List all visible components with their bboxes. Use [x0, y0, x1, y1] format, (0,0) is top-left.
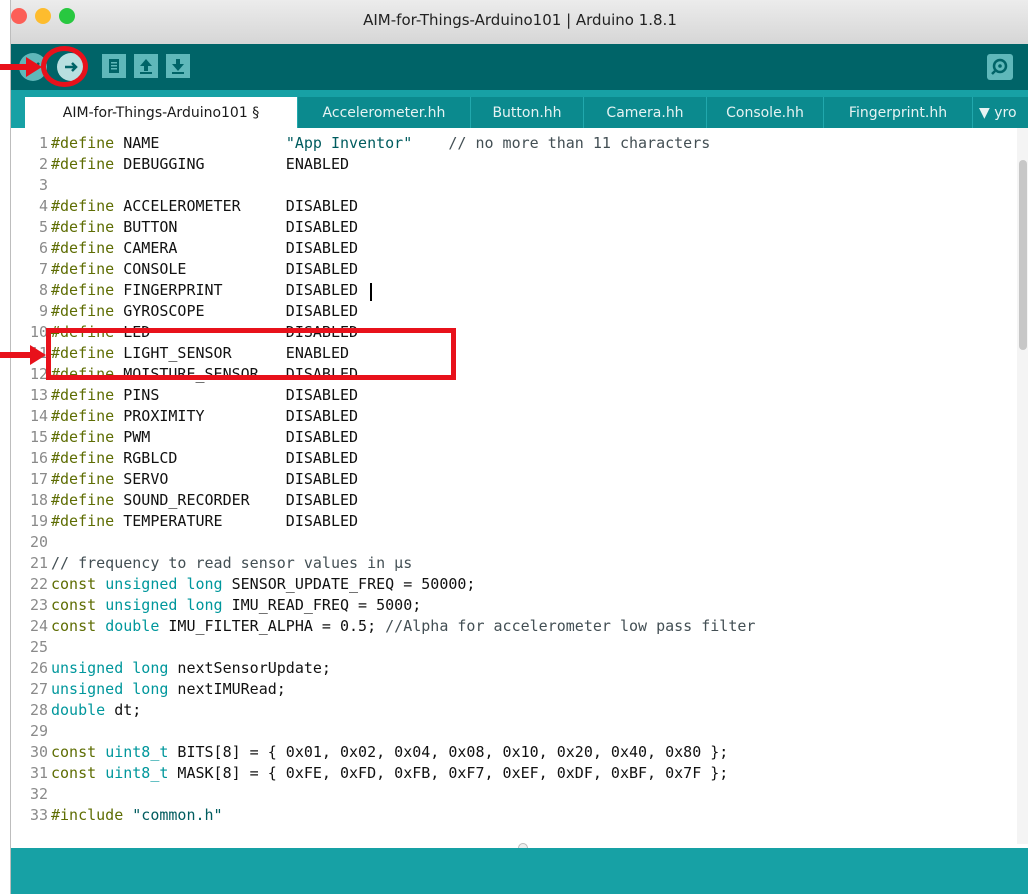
code-editor[interactable]: 1 #define NAME "App Inventor" // no more …: [11, 128, 1028, 844]
open-icon: [140, 59, 152, 74]
title-bar: AIM-for-Things-Arduino101 | Arduino 1.8.…: [11, 0, 1028, 45]
code-line: 7 #define CONSOLE DISABLED: [38, 260, 359, 278]
code-line: 4 #define ACCELEROMETER DISABLED: [38, 197, 359, 215]
arduino-ide-window: AIM-for-Things-Arduino101 | Arduino 1.8.…: [10, 0, 1028, 894]
code-line: 33 #include "common.h": [29, 806, 223, 824]
tab-accelerometer[interactable]: Accelerometer.hh: [298, 97, 471, 128]
code-line: 14 #define PROXIMITY DISABLED: [29, 407, 359, 425]
code-line: 3: [38, 176, 48, 194]
light-sensor-highlight-annotation: [46, 328, 456, 380]
code-line: 17 #define SERVO DISABLED: [29, 470, 359, 488]
tab-fingerprint[interactable]: Fingerprint.hh: [824, 97, 973, 128]
open-sketch-button[interactable]: [134, 54, 158, 78]
code-line: 19 #define TEMPERATURE DISABLED: [29, 512, 359, 530]
code-line: 25: [29, 638, 48, 656]
tab-main-sketch[interactable]: AIM-for-Things-Arduino101 §: [25, 97, 298, 128]
save-sketch-button[interactable]: [166, 54, 190, 78]
code-line: 15 #define PWM DISABLED: [29, 428, 359, 446]
toolbar: [11, 44, 1028, 90]
upload-arrow-head: [26, 57, 42, 77]
code-line: 20: [29, 533, 48, 551]
code-line: 6 #define CAMERA DISABLED: [38, 239, 359, 257]
vertical-scrollbar[interactable]: [1017, 128, 1028, 844]
new-sketch-button[interactable]: [102, 54, 126, 78]
code-line: 16 #define RGBLCD DISABLED: [29, 449, 359, 467]
window-title: AIM-for-Things-Arduino101 | Arduino 1.8.…: [363, 11, 677, 29]
code-line: 24 const double IMU_FILTER_ALPHA = 0.5; /…: [29, 617, 756, 635]
scrollbar-thumb[interactable]: [1019, 160, 1027, 350]
code-line: 21// frequency to read sensor values in …: [29, 554, 413, 572]
upload-button-highlight-annotation: [41, 46, 88, 87]
code-line: 2 #define DEBUGGING ENABLED: [38, 155, 350, 173]
upload-arrow-annotation: [0, 64, 28, 70]
code-line: 23 const unsigned long IMU_READ_FREQ = 50…: [29, 596, 422, 614]
code-line: 27 unsigned long nextIMURead;: [29, 680, 286, 698]
code-line: 26 unsigned long nextSensorUpdate;: [29, 659, 331, 677]
tab-overflow-menu[interactable]: ▼ yro: [973, 97, 1028, 128]
tab-console[interactable]: Console.hh: [707, 97, 824, 128]
serial-monitor-button[interactable]: [987, 54, 1013, 80]
code-line: 28 double dt;: [29, 701, 142, 719]
code-line: 30 const uint8_t BITS[8] = { 0x01, 0x02, …: [29, 743, 729, 761]
status-bar: [11, 848, 1028, 894]
code-line: 5 #define BUTTON DISABLED: [38, 218, 359, 236]
code-line: 31 const uint8_t MASK[8] = { 0xFE, 0xFD, …: [29, 764, 729, 782]
code-line: 8 #define FINGERPRINT DISABLED: [38, 281, 359, 299]
code-line: 9 #define GYROSCOPE DISABLED: [38, 302, 359, 320]
code-line: 18 #define SOUND_RECORDER DISABLED: [29, 491, 359, 509]
code-line: 1 #define NAME "App Inventor" // no more …: [38, 134, 711, 152]
code-line: 22 const unsigned long SENSOR_UPDATE_FREQ…: [29, 575, 476, 593]
light-sensor-arrow-annotation: [0, 352, 32, 358]
text-cursor: [370, 283, 372, 301]
code-line: 29: [29, 722, 48, 740]
save-icon: [172, 59, 184, 74]
magnifier-icon: [991, 58, 1008, 75]
code-line: 32: [29, 785, 48, 803]
tab-bar: AIM-for-Things-Arduino101 § Acceleromete…: [11, 90, 1028, 128]
light-sensor-arrow-head: [30, 345, 46, 365]
new-icon: [109, 59, 119, 73]
tab-button[interactable]: Button.hh: [471, 97, 584, 128]
code-line: 13 #define PINS DISABLED: [29, 386, 359, 404]
tab-camera[interactable]: Camera.hh: [584, 97, 707, 128]
